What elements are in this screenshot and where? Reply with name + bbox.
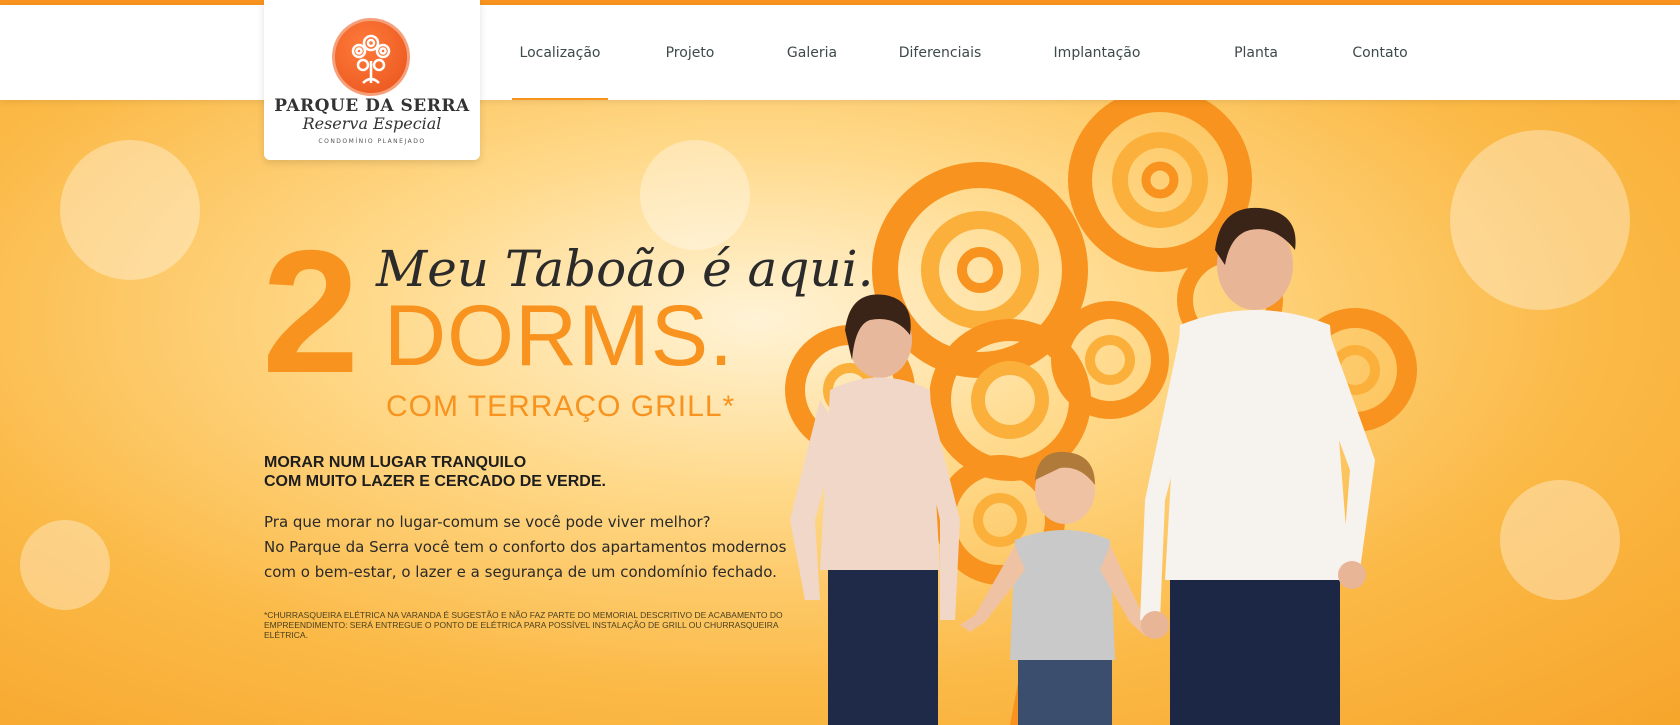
nav-item-localizacao[interactable]: Localização <box>512 5 608 100</box>
logo-tagline: CONDOMÍNIO PLANEJADO <box>318 138 426 145</box>
hero-subheadline: MORAR NUM LUGAR TRANQUILO COM MUITO LAZE… <box>264 453 606 491</box>
hero-dorms-label: DORMS. <box>384 288 734 384</box>
nav-item-implantacao[interactable]: Implantação <box>1042 5 1152 100</box>
header-nav-bar: Localização Projeto Galeria Diferenciais… <box>0 5 1680 100</box>
bokeh-light <box>1500 480 1620 600</box>
child-figure <box>960 451 1155 725</box>
man-figure <box>1140 207 1375 725</box>
description-line-1: Pra que morar no lugar-comum se você pod… <box>264 513 711 531</box>
nav-item-galeria[interactable]: Galeria <box>762 5 862 100</box>
hero-description: Pra que morar no lugar-comum se você pod… <box>264 510 786 585</box>
hero-grill-label: COM TERRAÇO GRILL* <box>386 390 736 423</box>
hero-footnote: *Churrasqueira elétrica na varanda é sug… <box>264 610 783 640</box>
hero-number: 2 <box>262 215 360 410</box>
nav-item-contato[interactable]: Contato <box>1330 5 1430 100</box>
nav-item-planta[interactable]: Planta <box>1206 5 1306 100</box>
bokeh-light <box>20 520 110 610</box>
nav-item-projeto[interactable]: Projeto <box>640 5 740 100</box>
bokeh-light <box>60 140 200 280</box>
subheadline-line-1: MORAR NUM LUGAR TRANQUILO <box>264 454 527 471</box>
hero-banner: 2 Meu Taboão é aqui. DORMS. COM TERRAÇO … <box>0 100 1680 725</box>
logo-name: PARQUE DA SERRA <box>274 96 470 116</box>
subheadline-line-2: COM MUITO LAZER E CERCADO DE VERDE. <box>264 473 606 490</box>
site-logo[interactable]: PARQUE DA SERRA Reserva Especial CONDOMÍ… <box>264 0 480 160</box>
bokeh-light <box>1450 130 1630 310</box>
nav-item-diferenciais[interactable]: Diferenciais <box>885 5 995 100</box>
tree-logo-icon <box>332 18 410 96</box>
description-line-2: No Parque da Serra você tem o conforto d… <box>264 538 787 556</box>
description-line-3: com o bem-estar, o lazer e a segurança d… <box>264 563 777 581</box>
bokeh-light <box>640 140 750 250</box>
logo-subtitle: Reserva Especial <box>302 114 442 133</box>
family-tree-illustration <box>785 100 1417 725</box>
